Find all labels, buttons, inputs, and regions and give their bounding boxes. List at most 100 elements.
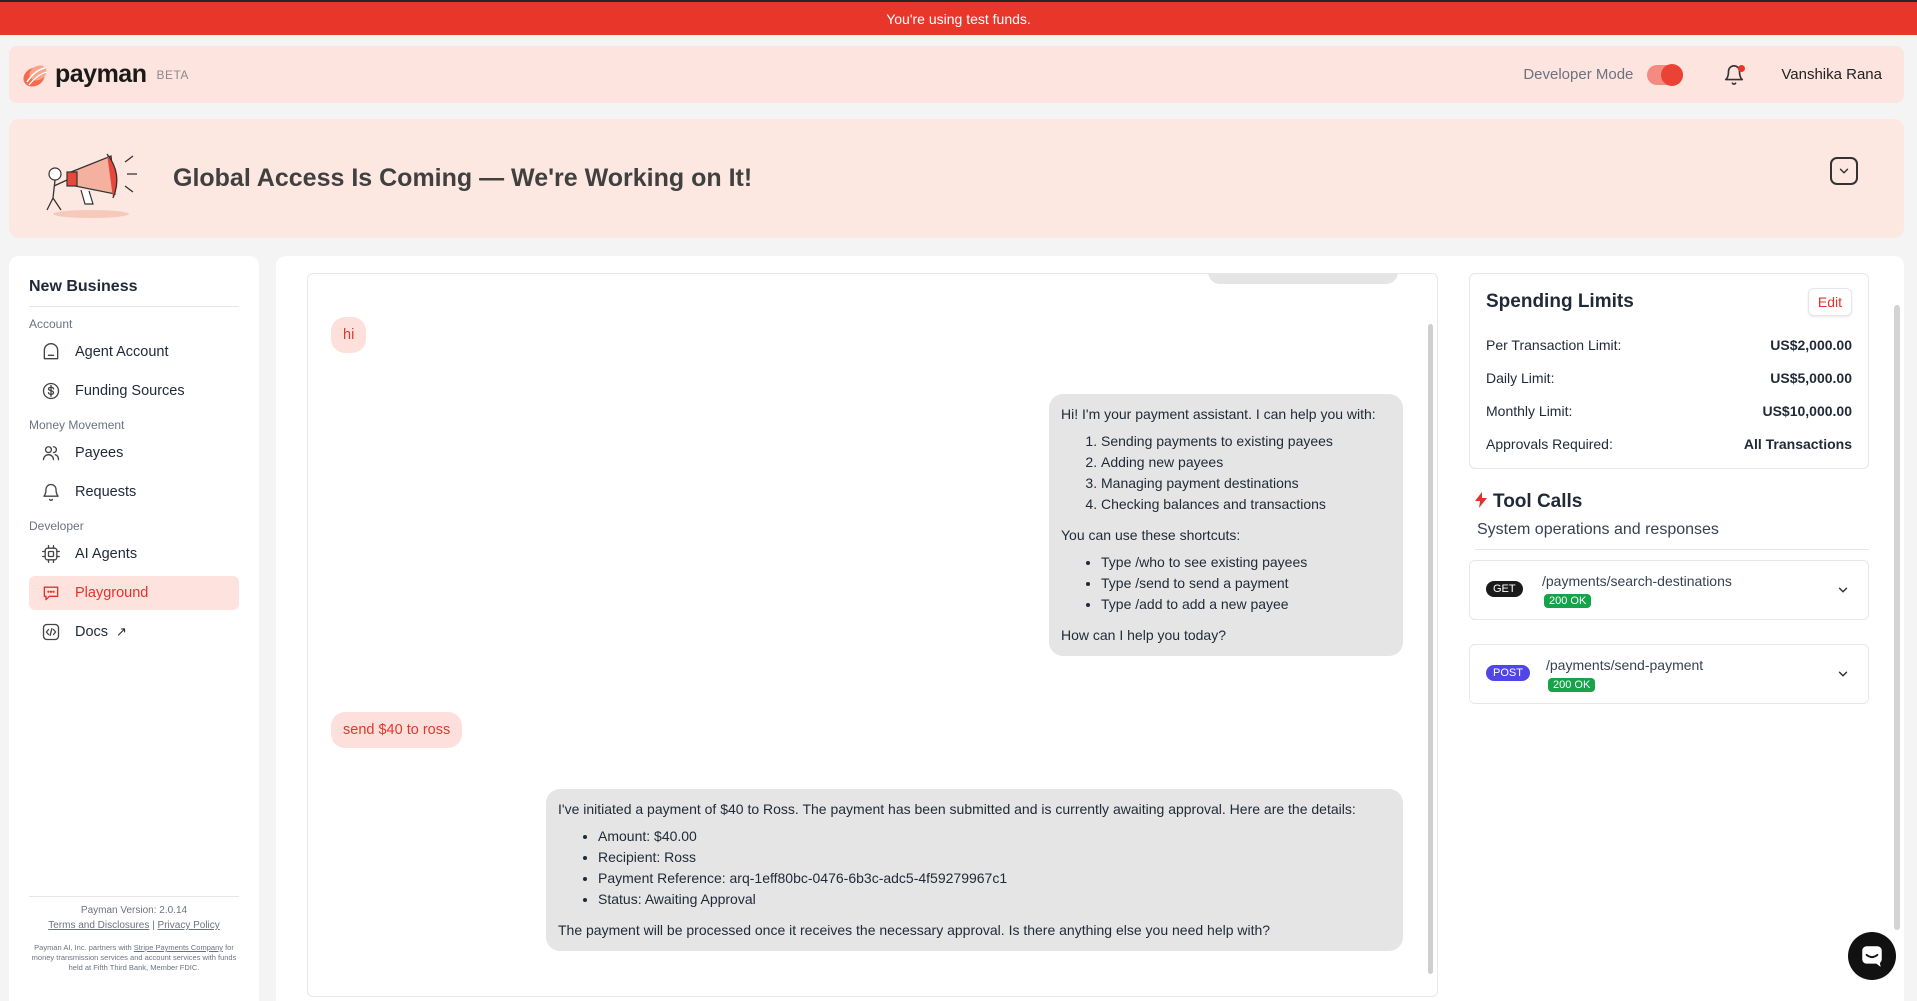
- sidebar-item-label: Docs: [75, 624, 109, 640]
- wallet-icon: [41, 342, 61, 362]
- terms-link[interactable]: Terms and Disclosures: [48, 920, 149, 931]
- megaphone-illustration: [41, 134, 141, 224]
- list-item: Type /who to see existing payees: [1101, 552, 1391, 573]
- cpu-icon: [41, 544, 61, 564]
- tool-call-item[interactable]: POST /payments/send-payment 200 OK: [1469, 644, 1869, 704]
- sidebar-item-playground[interactable]: Playground: [29, 576, 239, 610]
- payman-logo-icon: [21, 60, 51, 90]
- shortcuts-list: Type /who to see existing payees Type /s…: [1081, 552, 1391, 615]
- shortcuts-intro: You can use these shortcuts:: [1061, 527, 1241, 543]
- chevron-down-icon[interactable]: [1836, 667, 1850, 686]
- support-chat-button[interactable]: [1848, 932, 1896, 980]
- bell-icon: [41, 482, 61, 502]
- section-developer: Developer: [29, 519, 84, 533]
- sidebar-item-label: Agent Account: [75, 344, 169, 360]
- version-text: Payman Version: 2.0.14: [80, 905, 188, 916]
- limit-value: US$2,000.00: [1770, 336, 1852, 353]
- disclaimer-pre: Payman AI, Inc. partners with: [34, 943, 134, 952]
- tool-calls-header: Tool Calls System operations and respons…: [1469, 491, 1869, 550]
- chevron-down-icon[interactable]: [1836, 583, 1850, 602]
- disclaimer-text: Payman AI, Inc. partners with Stripe Pay…: [29, 943, 239, 972]
- test-funds-text: You're using test funds.: [886, 10, 1031, 27]
- sidebar-footer: Payman Version: 2.0.14 Terms and Disclos…: [29, 896, 239, 972]
- right-panel: Spending Limits Edit Per Transaction Lim…: [1469, 273, 1869, 704]
- section-money-movement: Money Movement: [29, 418, 125, 432]
- limit-label: Monthly Limit:: [1486, 402, 1573, 419]
- list-item: Checking balances and transactions: [1101, 494, 1391, 515]
- sidebar-item-ai-agents[interactable]: AI Agents: [29, 537, 239, 571]
- spending-limits-card: Spending Limits Edit Per Transaction Lim…: [1469, 273, 1869, 469]
- developer-mode-toggle[interactable]: [1647, 63, 1684, 86]
- external-link-icon: ↗: [116, 624, 127, 639]
- business-name: New Business: [29, 276, 239, 307]
- edit-limits-button[interactable]: Edit: [1807, 288, 1852, 316]
- message-intro: Hi! I'm your payment assistant. I can he…: [1061, 406, 1376, 422]
- message-closing: The payment will be processed once it re…: [558, 922, 1271, 938]
- chat-icon: [41, 583, 61, 603]
- http-method-badge: GET: [1486, 581, 1523, 597]
- capabilities-list: Sending payments to existing payees Addi…: [1081, 431, 1391, 515]
- sidebar-item-payees[interactable]: Payees: [29, 436, 239, 470]
- assistant-message: Hi! I'm your payment assistant. I can he…: [1049, 394, 1403, 656]
- message-text: send $40 to ross: [343, 722, 451, 738]
- spending-limits-title: Spending Limits: [1486, 291, 1634, 312]
- list-item: Type /add to add a new payee: [1101, 594, 1391, 615]
- message-intro: I've initiated a payment of $40 to Ross.…: [558, 801, 1356, 817]
- tool-call-item[interactable]: GET /payments/search-destinations 200 OK: [1469, 560, 1869, 620]
- chat-bubble-icon: [1862, 946, 1882, 967]
- notifications-button[interactable]: [1723, 64, 1746, 86]
- limit-row: Approvals Required: All Transactions: [1486, 427, 1852, 460]
- previous-message-bubble: [1208, 274, 1398, 284]
- assistant-message: I've initiated a payment of $40 to Ross.…: [546, 789, 1403, 951]
- status-badge: 200 OK: [1548, 678, 1596, 692]
- sidebar-item-funding-sources[interactable]: Funding Sources: [29, 374, 239, 408]
- limit-value: All Transactions: [1743, 435, 1852, 452]
- list-item: Type /send to send a payment: [1101, 573, 1391, 594]
- chat-panel: hi Hi! I'm your payment assistant. I can…: [307, 273, 1438, 997]
- endpoint-path: /payments/send-payment: [1546, 657, 1704, 673]
- sidebar: New Business Account Agent Account Fundi…: [9, 256, 259, 1001]
- collapse-banner-button[interactable]: [1830, 157, 1858, 185]
- limit-label: Per Transaction Limit:: [1486, 336, 1622, 353]
- chat-scrollbar[interactable]: [1428, 324, 1433, 974]
- list-item: Recipient: Ross: [598, 847, 1391, 868]
- sidebar-item-docs[interactable]: Docs ↗: [29, 615, 239, 649]
- notification-dot: [1738, 64, 1746, 72]
- limit-value: US$10,000.00: [1762, 402, 1852, 419]
- brand-name: payman: [55, 60, 147, 88]
- main-content: hi Hi! I'm your payment assistant. I can…: [276, 256, 1904, 1001]
- endpoint-path: /payments/search-destinations: [1542, 573, 1732, 589]
- sidebar-item-label: Payees: [75, 445, 124, 461]
- user-menu[interactable]: Vanshika Rana: [1781, 66, 1882, 83]
- payman-logo[interactable]: payman BETA: [21, 60, 189, 90]
- global-access-banner: Global Access Is Coming — We're Working …: [9, 119, 1904, 238]
- message-closing: How can I help you today?: [1061, 627, 1226, 643]
- user-message: hi: [331, 317, 367, 353]
- list-item: Status: Awaiting Approval: [598, 889, 1391, 910]
- tool-calls-title: Tool Calls: [1493, 491, 1583, 512]
- toggle-knob: [1661, 63, 1684, 86]
- limit-label: Daily Limit:: [1486, 369, 1555, 386]
- list-item: Payment Reference: arq-1eff80bc-0476-6b3…: [598, 868, 1391, 889]
- limit-row: Daily Limit: US$5,000.00: [1486, 361, 1852, 394]
- section-account: Account: [29, 317, 73, 331]
- limit-value: US$5,000.00: [1770, 369, 1852, 386]
- limit-label: Approvals Required:: [1486, 435, 1613, 452]
- sidebar-item-label: AI Agents: [75, 546, 138, 562]
- lightning-icon: [1475, 491, 1487, 513]
- status-badge: 200 OK: [1544, 594, 1592, 608]
- list-item: Sending payments to existing payees: [1101, 431, 1391, 452]
- list-item: Adding new payees: [1101, 452, 1391, 473]
- sidebar-item-label: Requests: [75, 484, 137, 500]
- chevron-down-icon: [1839, 168, 1849, 174]
- stripe-link[interactable]: Stripe Payments Company: [134, 943, 223, 952]
- list-item: Managing payment destinations: [1101, 473, 1391, 494]
- page-scrollbar[interactable]: [1894, 305, 1900, 930]
- http-method-badge: POST: [1486, 665, 1530, 681]
- privacy-link[interactable]: Privacy Policy: [158, 920, 220, 931]
- payment-details-list: Amount: $40.00 Recipient: Ross Payment R…: [578, 826, 1391, 910]
- sidebar-item-requests[interactable]: Requests: [29, 475, 239, 509]
- users-icon: [41, 443, 61, 463]
- promo-title: Global Access Is Coming — We're Working …: [173, 164, 753, 192]
- sidebar-item-agent-account[interactable]: Agent Account: [29, 335, 239, 369]
